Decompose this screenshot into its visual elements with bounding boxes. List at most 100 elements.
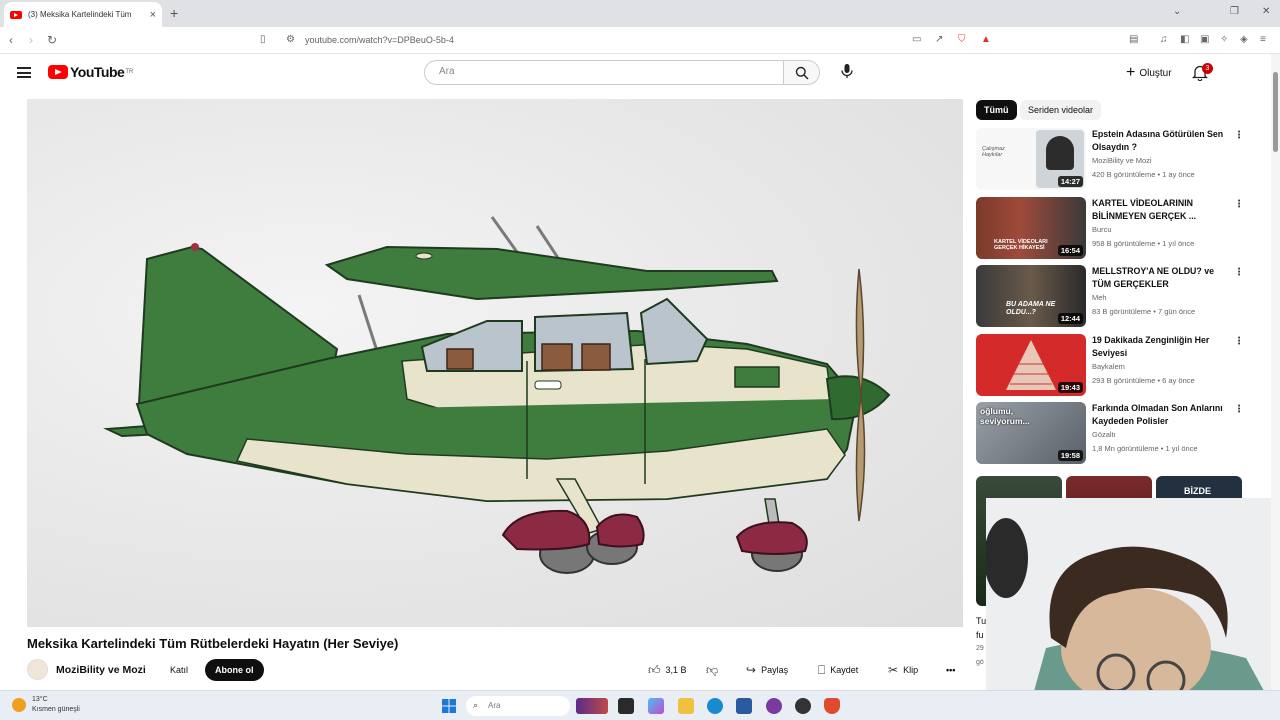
shorts-caption: BİZDE — [1184, 486, 1211, 496]
video-thumbnail: Çalışmaz Haykılar 14:27 — [976, 128, 1086, 190]
video-title: Farkında Olmadan Son Anlarını Kaydeden P… — [1092, 403, 1223, 426]
search-icon — [795, 66, 809, 80]
like-button[interactable]: 👍︎ 3,1 B — [648, 659, 687, 681]
reader-icon[interactable]: ▤ — [1129, 34, 1138, 45]
thumbs-up-icon: 👍︎ — [648, 662, 661, 677]
video-title: Epstein Adasına Götürülen Sen Olsaydın ? — [1092, 129, 1224, 152]
reload-icon[interactable]: ↻ — [47, 33, 57, 47]
ai-icon[interactable]: ✧ — [1220, 34, 1228, 45]
airplane-illustration — [103, 216, 891, 574]
wallet-icon[interactable]: ▣ — [1200, 34, 1209, 45]
dislike-button[interactable]: 👎︎ — [706, 659, 723, 681]
more-options-icon[interactable]: ⋮ — [1234, 336, 1244, 347]
recommendation-item[interactable]: BU ADAMA NE OLDU...? 12:44 MELLSTROY'A N… — [976, 265, 1244, 327]
widgets-icon[interactable] — [576, 698, 608, 714]
browser-tabbar: (3) Meksika Kartelindeki Tüm × + ⌄ ❐ ✕ — [0, 0, 1280, 27]
cutoff-line: 29 — [976, 645, 984, 652]
music-icon[interactable]: ♫ — [1160, 34, 1168, 45]
browser-tab[interactable]: (3) Meksika Kartelindeki Tüm × — [4, 2, 162, 27]
app-icon[interactable] — [766, 698, 782, 714]
chevron-down-icon[interactable]: ⌄ — [1173, 6, 1181, 17]
video-duration: 19:58 — [1057, 450, 1083, 461]
store-icon[interactable] — [736, 698, 752, 714]
channel-name: Burcu — [1092, 225, 1112, 234]
share-icon: ↪ — [746, 663, 757, 677]
cast-icon[interactable]: ▭ — [912, 34, 921, 45]
cutoff-line: Tu — [976, 616, 987, 626]
chip-all[interactable]: Tümü — [976, 100, 1017, 120]
edge-browser-icon[interactable] — [707, 698, 723, 714]
page-scrollbar[interactable] — [1271, 54, 1280, 690]
video-meta: 958 B görüntüleme • 1 yıl önce — [1092, 239, 1195, 248]
sun-icon — [12, 698, 26, 712]
thumbnail-caption: Çalışmaz Haykılar — [982, 146, 1005, 158]
more-options-icon[interactable]: ⋮ — [1234, 267, 1244, 278]
video-thumbnail: 19:43 — [976, 334, 1086, 396]
like-count: 3,1 B — [665, 665, 687, 675]
video-title: MELLSTROY'A NE OLDU? ve TÜM GERÇEKLER — [1092, 266, 1214, 289]
bookmark-icon[interactable]: ▯ — [260, 34, 266, 45]
hamburger-menu-icon[interactable] — [17, 67, 31, 78]
thumbnail-caption: oğlumu, seviyorum... — [980, 406, 1030, 426]
brave-browser-icon[interactable] — [824, 698, 840, 714]
temperature: 13°C — [32, 696, 48, 703]
back-icon[interactable]: ‹ — [9, 33, 13, 47]
weather-widget[interactable]: 13°C Kısmen güneşli — [12, 695, 80, 715]
share-button[interactable]: ↪ Paylaş — [746, 659, 788, 681]
site-info-icon[interactable]: ⚙ — [286, 34, 295, 45]
channel-name: Meh — [1092, 293, 1107, 302]
search-input[interactable]: Ara — [424, 60, 784, 85]
windows-start-icon[interactable] — [441, 698, 457, 714]
sidebar-toggle-icon[interactable]: ◧ — [1180, 34, 1189, 45]
more-actions-button[interactable]: ••• — [946, 659, 955, 681]
video-title: Meksika Kartelindeki Tüm Rütbelerdeki Ha… — [27, 636, 399, 651]
create-button[interactable]: + Oluştur — [1118, 62, 1180, 84]
channel-name[interactable]: MoziBility ve Mozi — [56, 664, 146, 676]
join-button[interactable]: Katıl — [160, 659, 199, 681]
taskbar-search[interactable]: ⌕ Ara — [466, 696, 570, 716]
clip-button[interactable]: ✂ Klip — [888, 659, 918, 681]
channel-name: Baykalem — [1092, 362, 1125, 371]
recommendation-item[interactable]: Çalışmaz Haykılar 14:27 Epstein Adasına … — [976, 128, 1244, 190]
rewards-icon[interactable]: ▲ — [981, 34, 991, 45]
recommendation-item[interactable]: KARTEL VİDEOLARI GERÇEK HİKAYESİ 16:54 K… — [976, 197, 1244, 259]
tab-close-icon[interactable]: × — [150, 9, 156, 21]
chip-series-videos[interactable]: Seriden videolar — [1020, 100, 1102, 120]
bookmark-save-icon: ⎕ — [818, 662, 826, 677]
brave-shield-icon[interactable]: ⛉ — [958, 34, 966, 45]
forward-icon[interactable]: › — [29, 33, 33, 47]
youtube-header: YouTube TR Ara + Oluştur 3 — [0, 54, 1270, 94]
save-button[interactable]: ⎕ Kaydet — [818, 659, 858, 681]
more-options-icon[interactable]: ⋮ — [1234, 404, 1244, 415]
new-tab-button[interactable]: + — [170, 5, 178, 21]
copilot-icon[interactable] — [648, 698, 664, 714]
channel-avatar[interactable] — [27, 659, 48, 680]
recommendation-item[interactable]: 19:43 19 Dakikada Zenginliğin Her Seviye… — [976, 334, 1244, 396]
taskbar-search-placeholder: Ara — [488, 701, 501, 710]
cutoff-line: fu — [976, 630, 984, 640]
youtube-play-icon — [48, 65, 68, 79]
recommendation-item[interactable]: oğlumu, seviyorum... 19:58 Farkında Olma… — [976, 402, 1244, 464]
app-icon[interactable] — [795, 698, 811, 714]
video-player[interactable] — [27, 99, 963, 627]
share-label: Paylaş — [761, 665, 789, 675]
url-field[interactable]: youtube.com/watch?v=DPBeuO-5b-4 — [305, 35, 454, 45]
logo-region: TR — [125, 69, 134, 75]
file-explorer-icon[interactable] — [678, 698, 694, 714]
subscribe-button[interactable]: Abone ol — [205, 659, 264, 681]
browser-menu-icon[interactable]: ≡ — [1260, 34, 1266, 45]
restore-window-icon[interactable]: ❐ — [1230, 6, 1239, 17]
thumbs-down-icon: 👎︎ — [706, 662, 719, 677]
video-title: 19 Dakikada Zenginliğin Her Seviyesi — [1092, 335, 1210, 358]
share-page-icon[interactable]: ↗ — [935, 34, 943, 45]
close-window-icon[interactable]: ✕ — [1262, 6, 1270, 17]
youtube-logo[interactable]: YouTube TR — [48, 64, 133, 80]
more-options-icon[interactable]: ⋮ — [1234, 130, 1244, 141]
task-view-icon[interactable] — [618, 698, 634, 714]
vpn-icon[interactable]: ◈ — [1240, 34, 1248, 45]
search-button[interactable] — [784, 60, 820, 85]
more-options-icon[interactable]: ⋮ — [1234, 199, 1244, 210]
scrollbar-thumb[interactable] — [1273, 72, 1278, 152]
microphone-icon[interactable] — [836, 60, 858, 82]
search-icon: ⌕ — [473, 700, 479, 710]
